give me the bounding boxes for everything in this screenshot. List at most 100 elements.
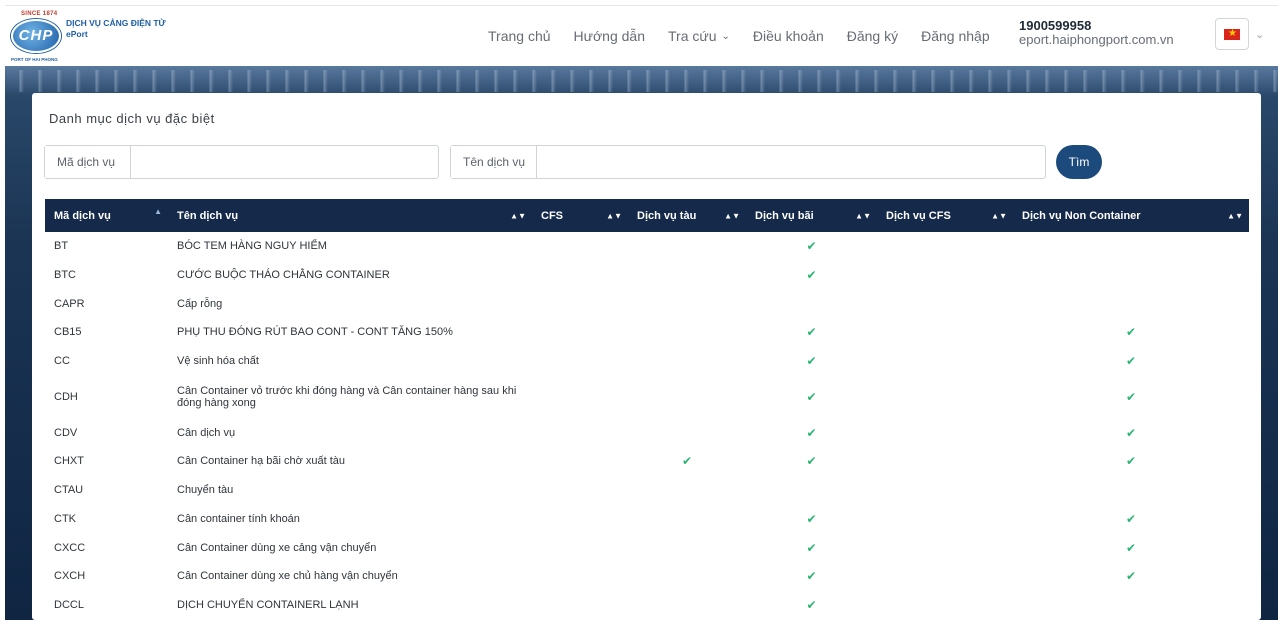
cell-noncont: ✔ (1013, 505, 1249, 534)
nav-terms[interactable]: Điều khoản (753, 28, 824, 44)
cell-name: Vệ sinh hóa chất (177, 355, 259, 368)
nav-register[interactable]: Đăng ký (847, 28, 898, 44)
cell-dvcfs (877, 375, 1013, 418)
sort-icon: ▲▼ (606, 211, 622, 220)
cell-tau (628, 476, 746, 505)
cell-noncont: ✔ (1013, 562, 1249, 591)
cell-cfs (532, 261, 628, 290)
nav-login[interactable]: Đăng nhập (921, 28, 990, 44)
table-row[interactable]: CC Vệ sinh hóa chất ✔ ✔ (45, 347, 1249, 376)
brand-text: DỊCH VỤ CẢNG ĐIỆN TỬ ePort (66, 18, 166, 40)
check-icon: ✔ (806, 569, 817, 584)
cell-bai: ✔ (746, 418, 877, 447)
cell-bai: ✔ (746, 347, 877, 376)
column-header-label: CFS (541, 209, 563, 222)
cell-code: CXCC (54, 541, 86, 554)
column-header-name[interactable]: Tên dịch vụ ▲▼ (168, 199, 532, 232)
cell-dvcfs (877, 232, 1013, 261)
column-header-yard-service[interactable]: Dịch vụ bãi ▲▼ (746, 199, 877, 232)
main-nav: Trang chủ Hướng dẫn Tra cứu ⌄ Điều khoản… (488, 6, 1013, 66)
hero-city-lights (5, 70, 1278, 92)
cell-name: Cấp rỗng (177, 297, 223, 310)
table-row[interactable]: CTAU Chuyển tàu (45, 476, 1249, 505)
cell-name: PHỤ THU ĐÓNG RÚT BAO CONT - CONT TĂNG 15… (177, 326, 453, 339)
column-header-cfs-service[interactable]: Dịch vụ CFS ▲▼ (877, 199, 1013, 232)
cell-noncont: ✔ (1013, 347, 1249, 376)
cell-noncont (1013, 476, 1249, 505)
table-row[interactable]: CXCC Cân Container dùng xe cảng vận chuyể… (45, 533, 1249, 562)
cell-cfs (532, 347, 628, 376)
cell-code: CHXT (54, 455, 84, 468)
cell-dvcfs (877, 347, 1013, 376)
website-link[interactable]: eport.haiphongport.com.vn (1019, 33, 1174, 47)
nav-guide[interactable]: Hướng dẫn (574, 28, 645, 44)
cell-bai: ✔ (746, 533, 877, 562)
cell-tau (628, 562, 746, 591)
table-row[interactable]: CXCH Cân Container dùng xe chủ hàng vận c… (45, 562, 1249, 591)
table-row[interactable]: CHXT Cân Container hạ bãi chờ xuất tàu ✔ ✔ ✔ (45, 447, 1249, 476)
table-row[interactable]: BT BÓC TEM HÀNG NGUY HIỂM ✔ (45, 232, 1249, 261)
service-name-label: Tên dịch vụ (451, 146, 537, 178)
cell-noncont: ✔ (1013, 318, 1249, 347)
sort-icon: ▲▼ (724, 211, 740, 220)
column-header-label: Dịch vụ CFS (886, 209, 951, 222)
service-code-field: Mã dịch vụ (44, 145, 439, 179)
cell-name: Cân Container dùng xe chủ hàng vận chuyể… (177, 570, 398, 583)
cell-tau (628, 318, 746, 347)
table-row[interactable]: CB15 PHỤ THU ĐÓNG RÚT BAO CONT - CONT TĂN… (45, 318, 1249, 347)
column-header-label: Dịch vụ Non Container (1022, 209, 1141, 222)
column-header-label: Dịch vụ tàu (637, 209, 697, 222)
table-row[interactable]: BTC CƯỚC BUỘC THÁO CHẰNG CONTAINER ✔ (45, 261, 1249, 290)
table-row[interactable]: CDH Cân Container vỏ trước khi đóng hàng … (45, 375, 1249, 418)
cell-dvcfs (877, 289, 1013, 318)
check-icon: ✔ (1125, 354, 1137, 369)
language-button[interactable]: ★ (1215, 18, 1249, 50)
sort-icon: ▲▼ (1227, 211, 1243, 220)
table-row[interactable]: CAPR Cấp rỗng (45, 289, 1249, 318)
nav-lookup[interactable]: Tra cứu ⌄ (668, 28, 730, 44)
cell-code: BT (54, 240, 69, 253)
service-code-input[interactable] (131, 146, 438, 178)
service-catalog-card: Danh mục dịch vụ đặc biệt Mã dịch vụ Tên… (32, 93, 1261, 620)
table-row[interactable]: CTK Cân container tính khoán ✔ ✔ (45, 505, 1249, 534)
cell-code: CTAU (54, 484, 84, 497)
column-header-code[interactable]: Mã dịch vụ ▲ (45, 199, 168, 232)
port-logo[interactable]: SINCE 1874 CHP PORT OF HAI PHONG (9, 10, 63, 62)
logo-mark-text: CHP (18, 27, 54, 44)
cell-cfs (532, 318, 628, 347)
brand[interactable]: SINCE 1874 CHP PORT OF HAI PHONG DỊCH VỤ… (9, 10, 166, 62)
cell-cfs (532, 505, 628, 534)
check-icon: ✔ (681, 454, 693, 469)
language-selector[interactable]: ★ ⌄ (1215, 18, 1264, 50)
table-row[interactable]: DCCL DỊCH CHUYỂN CONTAINERL LẠNH ✔ (45, 591, 1249, 620)
check-icon: ✔ (1125, 569, 1137, 584)
cell-dvcfs (877, 591, 1013, 620)
cell-code: BTC (54, 269, 76, 282)
check-icon: ✔ (1125, 425, 1137, 440)
column-header-cfs[interactable]: CFS ▲▼ (532, 199, 628, 232)
table-row[interactable]: CDV Cân dịch vụ ✔ ✔ (45, 418, 1249, 447)
cell-noncont (1013, 261, 1249, 290)
cell-code: DCCL (54, 598, 84, 611)
nav-home[interactable]: Trang chủ (488, 28, 551, 44)
cell-dvcfs (877, 476, 1013, 505)
cell-cfs (532, 447, 628, 476)
column-header-vessel-service[interactable]: Dịch vụ tàu ▲▼ (628, 199, 746, 232)
service-name-input[interactable] (537, 146, 1045, 178)
brand-title: DỊCH VỤ CẢNG ĐIỆN TỬ (66, 17, 166, 28)
cell-bai: ✔ (746, 447, 877, 476)
cell-noncont: ✔ (1013, 533, 1249, 562)
cell-dvcfs (877, 261, 1013, 290)
cell-bai: ✔ (746, 505, 877, 534)
cell-dvcfs (877, 562, 1013, 591)
hotline-phone[interactable]: 1900599958 (1019, 19, 1174, 33)
column-header-non-container[interactable]: Dịch vụ Non Container ▲▼ (1013, 199, 1249, 232)
cell-name: Cân dịch vụ (177, 426, 236, 439)
cell-noncont (1013, 591, 1249, 620)
cell-code: CTK (54, 512, 76, 525)
cell-dvcfs (877, 447, 1013, 476)
search-button[interactable]: Tìm (1056, 145, 1102, 179)
cell-name: DỊCH CHUYỂN CONTAINERL LẠNH (177, 598, 359, 611)
check-icon: ✔ (806, 540, 817, 555)
logo-emblem: CHP (11, 18, 61, 53)
